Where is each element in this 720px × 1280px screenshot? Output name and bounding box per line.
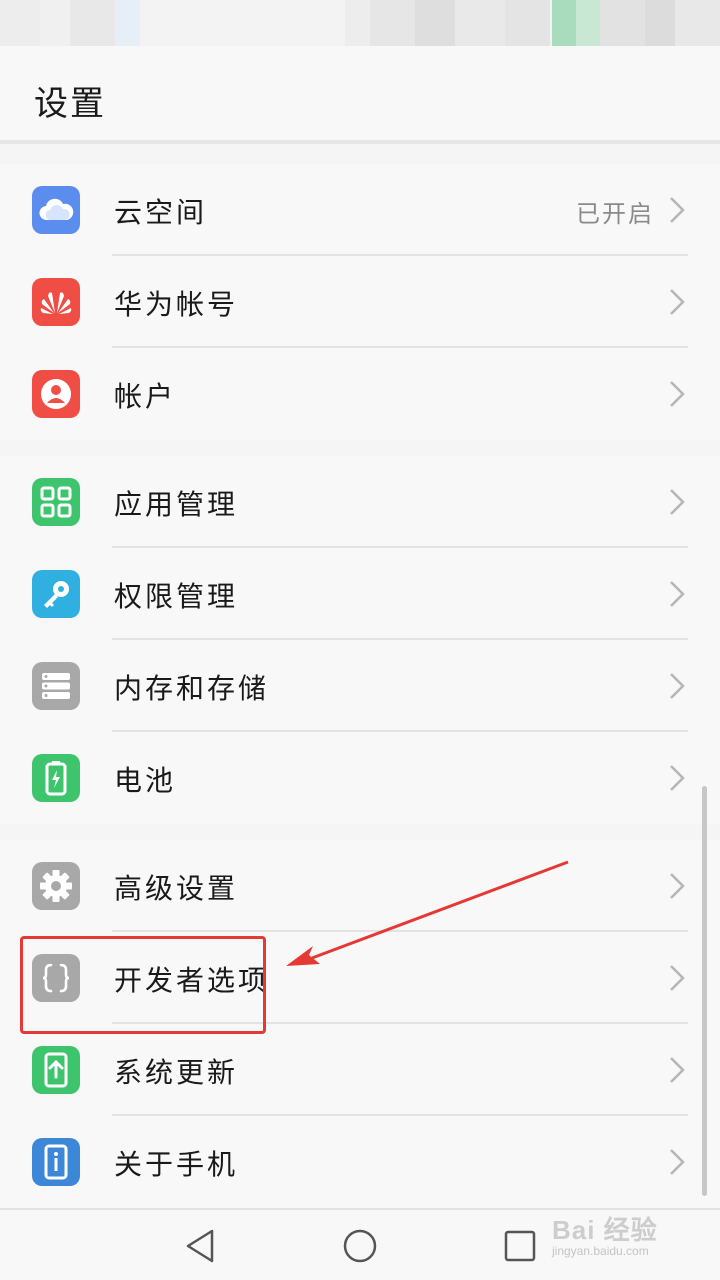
chevron-right-icon <box>670 489 685 515</box>
settings-group-apps: 应用管理 权限管理 内存和存储 电池 <box>0 456 720 824</box>
scrollbar[interactable] <box>702 786 707 1196</box>
cloud-icon <box>32 186 80 234</box>
settings-item-label: 应用管理 <box>114 488 239 521</box>
storage-icon <box>32 662 80 710</box>
status-value: 已开启 <box>576 200 654 228</box>
chevron-right-icon <box>670 289 685 315</box>
header-divider <box>0 140 720 144</box>
watermark-brand: Bai 经验 <box>552 1215 658 1245</box>
settings-item-huawei-account[interactable]: 华为帐号 <box>0 256 720 348</box>
system-update-icon <box>32 1046 80 1094</box>
gear-icon <box>32 862 80 910</box>
settings-item-about-phone[interactable]: 关于手机 <box>0 1116 720 1208</box>
chevron-right-icon <box>670 673 685 699</box>
chevron-right-icon <box>670 1149 685 1175</box>
settings-group-account: 云空间 已开启 华为帐号 帐户 <box>0 164 720 440</box>
huawei-logo-icon <box>32 278 80 326</box>
settings-item-label: 云空间 <box>114 196 208 229</box>
settings-item-accounts[interactable]: 帐户 <box>0 348 720 440</box>
settings-header: 设置 <box>0 46 720 142</box>
settings-item-label: 电池 <box>114 764 177 797</box>
settings-item-label: 关于手机 <box>114 1148 239 1181</box>
baidu-jingyan-watermark: Bai 经验 jingyan.baidu.com <box>552 1210 702 1268</box>
settings-item-cloud[interactable]: 云空间 已开启 <box>0 164 720 256</box>
recents-icon[interactable] <box>500 1226 540 1266</box>
key-icon <box>32 570 80 618</box>
highlight-box <box>20 936 266 1034</box>
apps-grid-icon <box>32 478 80 526</box>
chevron-right-icon <box>670 965 685 991</box>
chevron-right-icon <box>670 765 685 791</box>
user-icon <box>32 370 80 418</box>
settings-item-label: 内存和存储 <box>114 672 270 705</box>
page-title: 设置 <box>34 84 106 124</box>
chevron-right-icon <box>670 381 685 407</box>
chevron-right-icon <box>670 1057 685 1083</box>
settings-item-storage[interactable]: 内存和存储 <box>0 640 720 732</box>
settings-item-label: 权限管理 <box>114 580 239 613</box>
watermark-url: jingyan.baidu.com <box>552 1244 649 1258</box>
battery-icon <box>32 754 80 802</box>
settings-item-app-management[interactable]: 应用管理 <box>0 456 720 548</box>
settings-item-label: 系统更新 <box>114 1056 239 1089</box>
home-icon[interactable] <box>340 1226 380 1266</box>
settings-item-label: 华为帐号 <box>114 288 239 321</box>
chevron-right-icon <box>670 197 685 223</box>
chevron-right-icon <box>670 873 685 899</box>
status-bar <box>0 0 720 46</box>
chevron-right-icon <box>670 581 685 607</box>
settings-item-advanced[interactable]: 高级设置 <box>0 840 720 932</box>
settings-item-label: 高级设置 <box>114 872 239 905</box>
settings-item-permissions[interactable]: 权限管理 <box>0 548 720 640</box>
info-phone-icon <box>32 1138 80 1186</box>
back-icon[interactable] <box>180 1226 220 1266</box>
settings-item-battery[interactable]: 电池 <box>0 732 720 824</box>
settings-item-label: 帐户 <box>114 380 177 413</box>
settings-item-system-update[interactable]: 系统更新 <box>0 1024 720 1116</box>
